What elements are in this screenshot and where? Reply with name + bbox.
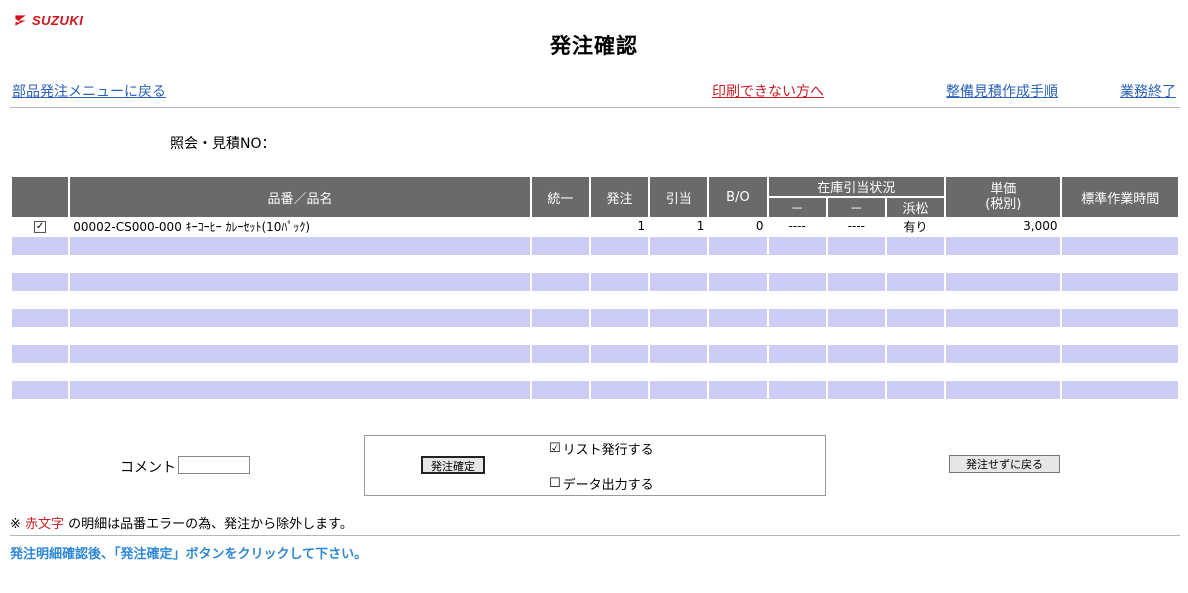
suzuki-logo: SUZUKI <box>12 12 83 29</box>
header-divider <box>10 107 1180 108</box>
list-issue-label: リスト発行する <box>562 443 654 458</box>
suzuki-s-icon <box>15 15 26 26</box>
cannot-print-link[interactable]: 印刷できない方へ <box>712 81 824 101</box>
cell-alloc: 1 <box>696 219 705 233</box>
header-stock-status: 在庫引当状況 <box>768 177 945 196</box>
header-order: 発注 <box>590 177 649 217</box>
logo-text: SUZUKI <box>32 13 84 28</box>
header-check <box>12 177 69 217</box>
cell-stock1: ---- <box>788 219 806 233</box>
list-issue-option[interactable]: ☑ リスト発行する <box>549 439 654 458</box>
header-unit-price-label: 単価 <box>990 182 1017 197</box>
empty-row <box>12 237 1178 255</box>
row-checkbox[interactable]: ✓ <box>34 220 47 233</box>
header-stock-sub1: － <box>768 196 826 217</box>
empty-row <box>12 381 1178 399</box>
comment-label: コメント <box>120 460 176 476</box>
footer-divider <box>10 535 1180 536</box>
error-note: ※ 赤文字 の明細は品番エラーの為、発注から除外します。 <box>10 513 353 532</box>
order-table: 品番／品名 統一 発注 引当 B/O 在庫引当状況 単価 (税別) 標準作業時間… <box>10 177 1180 399</box>
empty-row <box>12 309 1178 327</box>
header-stock-sub2: － <box>827 196 885 217</box>
data-output-option[interactable]: ☐ データ出力する <box>549 474 654 493</box>
row-checkbox-cell[interactable]: ✓ <box>12 217 68 235</box>
cell-price: 3,000 <box>1023 219 1058 233</box>
page-title: 発注確認 <box>550 34 638 58</box>
cell-stock2: ---- <box>847 219 865 233</box>
table-row: ✓ 00002-CS000-000 ｷｰｺｰﾋｰ ｶﾚｰｾｯﾄ(10ﾊﾟｯｸ) … <box>12 217 1178 235</box>
list-issue-checkbox[interactable]: ☑ <box>549 441 561 456</box>
header-unify: 統一 <box>531 177 589 217</box>
cell-unify <box>532 217 589 235</box>
note-prefix: ※ <box>10 517 26 532</box>
comment-input[interactable] <box>178 456 250 474</box>
confirm-panel: 発注確定 ☑ リスト発行する ☐ データ出力する <box>364 435 826 496</box>
data-output-label: データ出力する <box>562 478 654 493</box>
header-alloc: 引当 <box>650 177 708 217</box>
header-unit-price-sub: (税別) <box>985 197 1022 212</box>
empty-row <box>12 273 1178 291</box>
back-to-menu-link[interactable]: 部品発注メニューに戻る <box>12 81 166 101</box>
cell-part: 00002-CS000-000 ｷｰｺｰﾋｰ ｶﾚｰｾｯﾄ(10ﾊﾟｯｸ) <box>73 219 311 234</box>
data-output-checkbox[interactable]: ☐ <box>549 476 561 491</box>
note-red-text: 赤文字 <box>25 517 65 532</box>
back-without-order-button[interactable]: 発注せずに戻る <box>949 455 1060 473</box>
cell-stock-hamamatsu: 有り <box>903 219 928 234</box>
confirm-order-button[interactable]: 発注確定 <box>421 456 485 474</box>
header-std-time: 標準作業時間 <box>1062 177 1178 217</box>
cell-bo: 0 <box>755 219 764 233</box>
cell-std-time <box>1062 217 1178 235</box>
note-suffix: の明細は品番エラーの為、発注から除外します。 <box>64 517 353 532</box>
header-part: 品番／品名 <box>70 177 530 217</box>
end-work-link[interactable]: 業務終了 <box>1120 81 1176 101</box>
header-unit-price: 単価 (税別) <box>946 177 1061 217</box>
reference-number-label: 照会・見積NO： <box>170 136 276 152</box>
empty-row <box>12 345 1178 363</box>
cell-order: 1 <box>637 219 646 233</box>
estimate-procedure-link[interactable]: 整備見積作成手順 <box>946 81 1058 101</box>
header-stock-hamamatsu: 浜松 <box>886 196 945 217</box>
instruction-text: 発注明細確認後、「発注確定」ボタンをクリックして下さい。 <box>10 547 368 562</box>
header-bo: B/O <box>709 177 767 217</box>
